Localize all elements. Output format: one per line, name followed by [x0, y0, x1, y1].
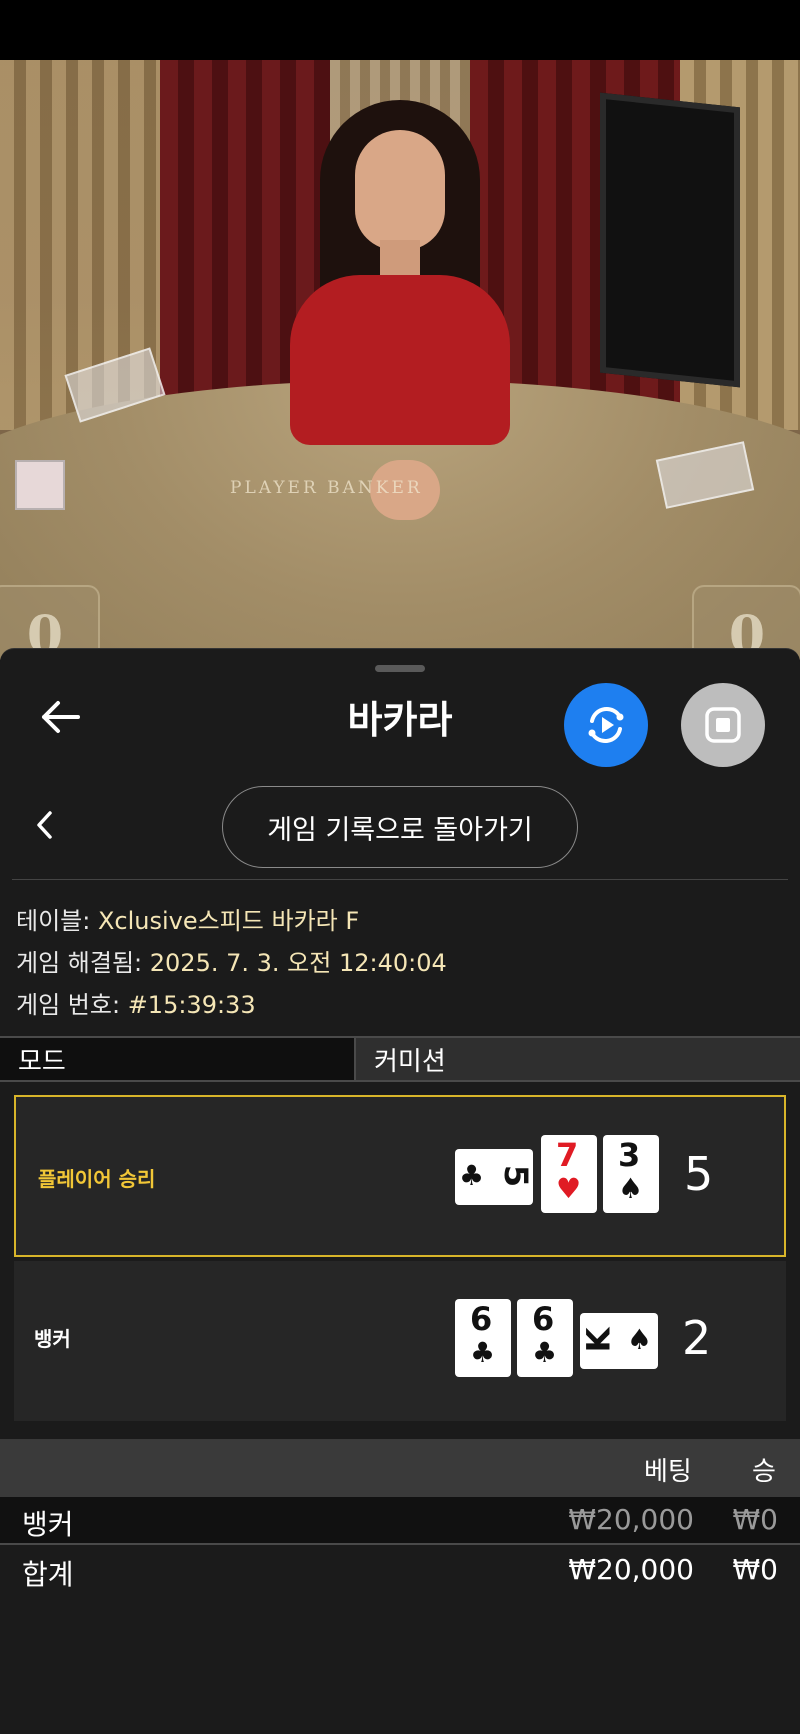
card-suit: ♠ — [618, 1172, 644, 1205]
card-suit: ♣ — [470, 1336, 496, 1369]
divider — [12, 879, 788, 880]
table-value: Xclusive스피드 바카라 F — [97, 907, 360, 935]
player-hand-label: 플레이어 승리 — [38, 1167, 156, 1191]
total-label: 합계 — [22, 1558, 74, 1591]
card-rank: 3 — [618, 1136, 641, 1174]
game-number-label: 게임 번호: — [16, 991, 121, 1019]
bet-name: 뱅커 — [22, 1508, 74, 1541]
card-rank: 5 — [496, 1164, 535, 1188]
back-button[interactable] — [38, 695, 82, 739]
card-suit: ♣ — [532, 1336, 558, 1369]
table-felt-text: PLAYER BANKER — [230, 478, 423, 498]
win-amount: ₩0 — [732, 1503, 779, 1536]
card-rank: 6 — [532, 1300, 555, 1338]
chevron-left-icon — [37, 811, 52, 839]
player-hand-score: 5 — [684, 1147, 714, 1201]
total-row: 합계 ₩20,000 ₩0 — [0, 1547, 800, 1595]
card-suit: ♣ — [459, 1159, 485, 1192]
total-bet: ₩20,000 — [568, 1553, 694, 1586]
resolved-label: 게임 해결됨: — [16, 949, 143, 977]
bets-table-header: 베팅 승 — [0, 1439, 800, 1497]
playing-card: K ♠ — [579, 1313, 658, 1369]
win-column-header: 승 — [752, 1457, 776, 1487]
mode-tabs: 모드 커미션 — [0, 1036, 800, 1082]
game-number-info: 게임 번호: #15:39:33 — [16, 985, 256, 1020]
game-number-value: #15:39:33 — [127, 991, 256, 1019]
card-stack — [15, 460, 65, 510]
replay-button[interactable] — [564, 683, 648, 767]
playing-card: ♣ 5 — [455, 1149, 535, 1205]
page-title: 바카라 — [347, 698, 453, 742]
card-rank: K — [579, 1327, 618, 1353]
playing-card: 6 ♣ — [517, 1299, 573, 1377]
playing-card: 3 ♠ — [603, 1135, 659, 1213]
table-label: 테이블: — [16, 907, 91, 935]
back-to-history-button[interactable]: 게임 기록으로 돌아가기 — [222, 786, 578, 868]
bet-amount: ₩20,000 — [568, 1503, 694, 1536]
bet-column-header: 베팅 — [644, 1457, 692, 1487]
dealer-dress — [290, 275, 510, 445]
card-suit: ♠ — [626, 1323, 652, 1356]
card-suit: ♥ — [556, 1172, 582, 1205]
total-win: ₩0 — [732, 1553, 779, 1586]
player-hand: 플레이어 승리 ♣ 5 7 ♥ 3 ♠ 5 — [14, 1095, 786, 1257]
resolved-value: 2025. 7. 3. 오전 12:40:04 — [149, 949, 447, 977]
drag-handle[interactable] — [375, 665, 425, 672]
tab-mode[interactable]: 모드 — [0, 1038, 356, 1080]
playing-card: 6 ♣ — [455, 1299, 511, 1377]
banker-hand: 뱅커 6 ♣ 6 ♣ K ♠ 2 — [14, 1261, 786, 1421]
banker-hand-label: 뱅커 — [34, 1327, 71, 1351]
stop-icon — [705, 707, 741, 743]
table-row: 뱅커 ₩20,000 ₩0 — [0, 1497, 800, 1545]
live-video: PLAYER BANKER 0 0 — [0, 60, 800, 660]
playing-card: 7 ♥ — [541, 1135, 597, 1213]
previous-button[interactable] — [30, 807, 60, 843]
stop-button[interactable] — [681, 683, 765, 767]
game-history-panel: 바카라 게임 기록으로 돌아가기 테이블: Xclusive스피드 바카라 F … — [0, 648, 800, 1734]
monitor — [600, 92, 740, 388]
arrow-left-icon — [42, 701, 80, 733]
table-info: 테이블: Xclusive스피드 바카라 F — [16, 901, 359, 936]
replay-icon — [588, 706, 624, 744]
tab-commission[interactable]: 커미션 — [356, 1038, 800, 1080]
resolved-info: 게임 해결됨: 2025. 7. 3. 오전 12:40:04 — [16, 943, 447, 978]
banker-hand-score: 2 — [682, 1311, 712, 1365]
dealer-face — [355, 130, 445, 250]
card-rank: 7 — [556, 1136, 579, 1174]
card-rank: 6 — [470, 1300, 493, 1338]
